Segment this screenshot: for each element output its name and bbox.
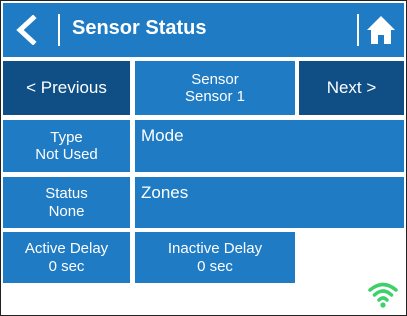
mode-label: Mode xyxy=(141,126,184,145)
header-divider-left xyxy=(58,14,60,46)
wifi-icon xyxy=(368,282,398,308)
zones-label: Zones xyxy=(141,183,189,202)
inactive-delay-label: Inactive Delay xyxy=(167,240,263,258)
home-icon[interactable] xyxy=(366,14,396,46)
status-field: Status None xyxy=(3,177,130,228)
sensor-value: Sensor 1 xyxy=(184,88,246,105)
page-title: Sensor Status xyxy=(72,17,207,39)
active-delay-label: Active Delay xyxy=(24,240,109,258)
sensor-label: Sensor xyxy=(191,70,239,88)
active-delay-field[interactable]: Active Delay 0 sec xyxy=(3,232,130,283)
next-button[interactable]: Next > xyxy=(299,61,404,115)
sensor-status-screen: Sensor Status < Previous Sensor Sensor 1… xyxy=(0,0,407,316)
header-divider-right xyxy=(357,14,359,46)
type-value: Not Used xyxy=(35,146,98,163)
back-chevron-icon[interactable] xyxy=(15,15,37,45)
zones-field[interactable]: Zones xyxy=(135,177,404,228)
active-delay-value: 0 sec xyxy=(48,257,85,275)
previous-button[interactable]: < Previous xyxy=(3,61,130,115)
status-value: None xyxy=(48,202,85,220)
previous-button-label: < Previous xyxy=(26,78,107,98)
header-bar: Sensor Status xyxy=(3,3,404,57)
type-field[interactable]: Type Not Used xyxy=(3,120,130,172)
next-button-label: Next > xyxy=(326,78,377,98)
mode-field[interactable]: Mode xyxy=(135,120,404,172)
inactive-delay-field[interactable]: Inactive Delay 0 sec xyxy=(135,232,295,283)
status-label: Status xyxy=(45,185,88,203)
type-label: Type xyxy=(50,128,83,146)
inactive-delay-value: 0 sec xyxy=(197,257,233,275)
sensor-selector[interactable]: Sensor Sensor 1 xyxy=(135,61,295,115)
